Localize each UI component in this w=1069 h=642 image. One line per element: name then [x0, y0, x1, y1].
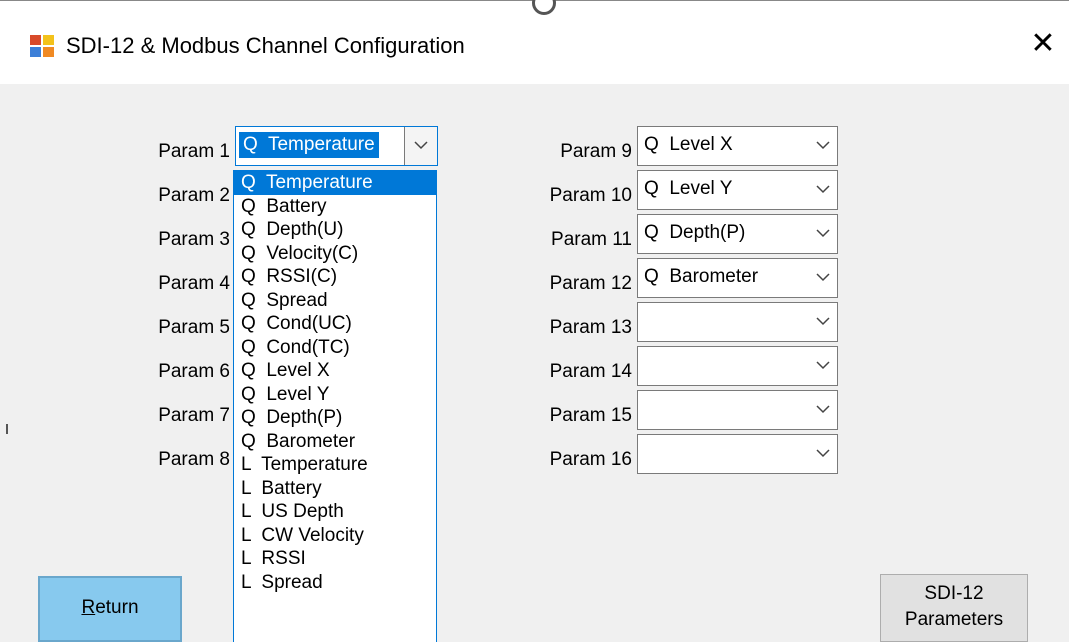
- return-accel-key: R: [81, 597, 96, 618]
- param-12-label: Param 12: [549, 273, 632, 294]
- param-5-label: Param 5: [158, 317, 230, 338]
- resize-edge-mark: [6, 424, 8, 434]
- param-11-label: Param 11: [551, 229, 632, 250]
- dropdown-option[interactable]: Q Battery: [234, 195, 436, 219]
- param-13-label: Param 13: [549, 317, 632, 338]
- return-button[interactable]: Return: [38, 576, 182, 642]
- close-icon[interactable]: ✕: [1026, 27, 1060, 61]
- sdi-button-line-2: Parameters: [904, 609, 1004, 630]
- dropdown-option[interactable]: Q Level Y: [234, 383, 436, 407]
- param-4-label: Param 4: [158, 273, 230, 294]
- chevron-down-icon: [816, 317, 830, 326]
- dropdown-option[interactable]: Q Spread: [234, 289, 436, 313]
- dropdown-option[interactable]: L CW Velocity: [234, 524, 436, 548]
- chevron-down-icon: [816, 273, 830, 282]
- dropdown-option[interactable]: Q Level X: [234, 359, 436, 383]
- param-6-label: Param 6: [158, 361, 230, 382]
- window-notch: [532, 0, 556, 15]
- param-15-label: Param 15: [549, 405, 632, 426]
- param-13-combo[interactable]: [637, 302, 838, 342]
- chevron-down-icon: [816, 229, 830, 238]
- window-title: SDI-12 & Modbus Channel Configuration: [66, 33, 465, 58]
- param-9-label: Param 9: [560, 141, 632, 162]
- param-16-label: Param 16: [549, 449, 632, 470]
- chevron-down-icon: [816, 185, 830, 194]
- dropdown-option[interactable]: Q Barometer: [234, 430, 436, 454]
- param-1-combo[interactable]: Q Temperature: [235, 126, 438, 166]
- chevron-down-icon: [414, 141, 428, 150]
- param-11-combo[interactable]: Q Depth(P): [637, 214, 838, 254]
- param-10-value: Q Level Y: [644, 178, 733, 199]
- param-1-value: Q Temperature: [238, 131, 380, 159]
- chevron-down-icon: [816, 405, 830, 414]
- param-9-combo[interactable]: Q Level X: [637, 126, 838, 166]
- dropdown-option[interactable]: L Spread: [234, 571, 436, 595]
- param-15-combo[interactable]: [637, 390, 838, 430]
- dropdown-option[interactable]: L RSSI: [234, 547, 436, 571]
- param-14-label: Param 14: [549, 361, 632, 382]
- dropdown-option[interactable]: Q Velocity(C): [234, 242, 436, 266]
- param-14-combo[interactable]: [637, 346, 838, 386]
- dropdown-option[interactable]: Q Cond(UC): [234, 312, 436, 336]
- return-label: eturn: [95, 597, 139, 618]
- dropdown-option[interactable]: Q Depth(P): [234, 406, 436, 430]
- sdi-button-line-1: SDI-12: [924, 583, 984, 604]
- dropdown-option[interactable]: Q RSSI(C): [234, 265, 436, 289]
- param-11-value: Q Depth(P): [644, 222, 746, 243]
- param-2-label: Param 2: [158, 185, 230, 206]
- dropdown-option[interactable]: L US Depth: [234, 500, 436, 524]
- dropdown-option[interactable]: L Temperature: [234, 453, 436, 477]
- param-12-value: Q Barometer: [644, 266, 759, 287]
- title-bar: SDI-12 & Modbus Channel Configuration ✕: [0, 0, 1069, 85]
- param-1-label: Param 1: [158, 141, 230, 162]
- param-7-label: Param 7: [158, 405, 230, 426]
- param-16-combo[interactable]: [637, 434, 838, 474]
- param-10-label: Param 10: [549, 185, 632, 206]
- dropdown-option[interactable]: Q Depth(U): [234, 218, 436, 242]
- param-1-dropdown-button[interactable]: [404, 127, 437, 165]
- param-3-label: Param 3: [158, 229, 230, 250]
- param-1-dropdown-list[interactable]: Q Temperature Q Battery Q Depth(U) Q Veloci…: [233, 170, 437, 642]
- dropdown-option[interactable]: Q Temperature: [234, 171, 436, 195]
- sdi-12-parameters-button[interactable]: SDI-12 Parameters: [880, 574, 1028, 642]
- chevron-down-icon: [816, 141, 830, 150]
- dropdown-option[interactable]: L Battery: [234, 477, 436, 501]
- chevron-down-icon: [816, 361, 830, 370]
- param-12-combo[interactable]: Q Barometer: [637, 258, 838, 298]
- dropdown-option[interactable]: Q Cond(TC): [234, 336, 436, 360]
- app-icon: [30, 35, 54, 57]
- param-10-combo[interactable]: Q Level Y: [637, 170, 838, 210]
- chevron-down-icon: [816, 449, 830, 458]
- param-9-value: Q Level X: [644, 134, 733, 155]
- param-8-label: Param 8: [158, 449, 230, 470]
